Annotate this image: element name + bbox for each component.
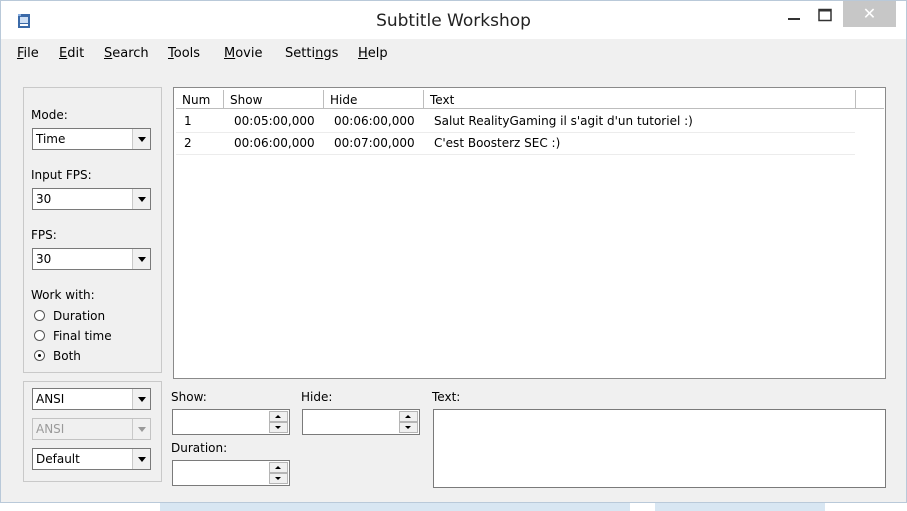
table-row[interactable]: 1 00:05:00,000 00:06:00,000 Salut Realit… <box>176 110 856 132</box>
menu-edit[interactable]: Edit <box>59 46 84 61</box>
minimize-icon[interactable] <box>786 9 802 23</box>
mode-value: Time <box>36 132 66 146</box>
radio-both-label[interactable]: Both <box>53 349 81 363</box>
row-show: 00:06:00,000 <box>234 136 315 150</box>
menu-bar: File Edit Search Tools Movie Settings He… <box>1 39 906 67</box>
column-header-num[interactable]: Num <box>176 90 224 109</box>
close-icon[interactable]: ✕ <box>843 1 896 27</box>
menu-tools[interactable]: Tools <box>168 46 200 61</box>
column-header-show[interactable]: Show <box>224 90 324 109</box>
format-select[interactable]: Default <box>32 448 151 470</box>
column-header-text[interactable]: Text <box>424 90 856 109</box>
translation-charset-select: ANSI <box>32 418 151 440</box>
fps-select[interactable]: 30 <box>32 248 151 270</box>
row-num: 1 <box>184 114 192 128</box>
radio-duration-label[interactable]: Duration <box>53 309 105 323</box>
fps-label: FPS: <box>31 228 57 242</box>
chevron-down-icon[interactable] <box>132 249 150 269</box>
work-with-label: Work with: <box>31 288 95 302</box>
column-header-hide[interactable]: Hide <box>324 90 424 109</box>
input-fps-value: 30 <box>36 192 52 206</box>
spin-down-icon[interactable] <box>269 422 288 433</box>
window-title: Subtitle Workshop <box>376 11 531 31</box>
input-fps-select[interactable]: 30 <box>32 188 151 210</box>
spin-up-icon[interactable] <box>269 462 288 473</box>
hide-time-input[interactable] <box>302 409 420 435</box>
translation-charset-value: ANSI <box>36 422 65 436</box>
menu-help[interactable]: Help <box>358 46 388 61</box>
chevron-down-icon[interactable] <box>132 129 150 149</box>
row-text: Salut RealityGaming il s'agit d'un tutor… <box>434 114 693 128</box>
chevron-down-icon[interactable] <box>132 389 150 409</box>
text-label: Text: <box>432 390 461 404</box>
format-value: Default <box>36 452 80 466</box>
radio-final-time-label[interactable]: Final time <box>53 329 112 343</box>
fps-value: 30 <box>36 252 52 266</box>
menu-search[interactable]: Search <box>104 46 149 61</box>
chevron-down-icon <box>132 419 150 439</box>
input-fps-label: Input FPS: <box>31 168 92 182</box>
menu-settings[interactable]: Settings <box>285 46 338 61</box>
spin-up-icon[interactable] <box>399 411 418 422</box>
row-hide: 00:07:00,000 <box>334 136 415 150</box>
table-row[interactable]: 2 00:06:00,000 00:07:00,000 C'est Booste… <box>176 133 856 155</box>
subtitle-text-input[interactable] <box>433 409 886 488</box>
spin-up-icon[interactable] <box>269 411 288 422</box>
maximize-icon[interactable] <box>817 8 833 22</box>
row-separator <box>176 154 855 155</box>
hide-label: Hide: <box>301 390 333 404</box>
chevron-down-icon[interactable] <box>132 449 150 469</box>
radio-final-time[interactable] <box>34 330 45 341</box>
spin-down-icon[interactable] <box>399 422 418 433</box>
app-window: Subtitle Workshop ✕ File Edit Search Too… <box>0 0 907 503</box>
row-num: 2 <box>184 136 192 150</box>
radio-duration[interactable] <box>34 310 45 321</box>
duration-input[interactable] <box>172 460 290 486</box>
menu-file[interactable]: File <box>17 46 39 61</box>
spin-down-icon[interactable] <box>269 473 288 484</box>
show-label: Show: <box>171 390 207 404</box>
radio-both[interactable] <box>34 350 45 361</box>
duration-label: Duration: <box>171 441 228 455</box>
title-bar[interactable]: Subtitle Workshop ✕ <box>1 1 906 39</box>
row-text: C'est Boosterz SEC :) <box>434 136 561 150</box>
charset-select[interactable]: ANSI <box>32 388 151 410</box>
chevron-down-icon[interactable] <box>132 189 150 209</box>
row-hide: 00:06:00,000 <box>334 114 415 128</box>
subtitle-list[interactable]: Num Show Hide Text 1 00:05:00,000 00:06:… <box>173 87 886 379</box>
mode-select[interactable]: Time <box>32 128 151 150</box>
menu-movie[interactable]: Movie <box>224 46 262 61</box>
mode-label: Mode: <box>31 108 68 122</box>
show-time-input[interactable] <box>172 409 290 435</box>
column-header-filler <box>856 90 884 109</box>
row-show: 00:05:00,000 <box>234 114 315 128</box>
charset-value: ANSI <box>36 392 65 406</box>
